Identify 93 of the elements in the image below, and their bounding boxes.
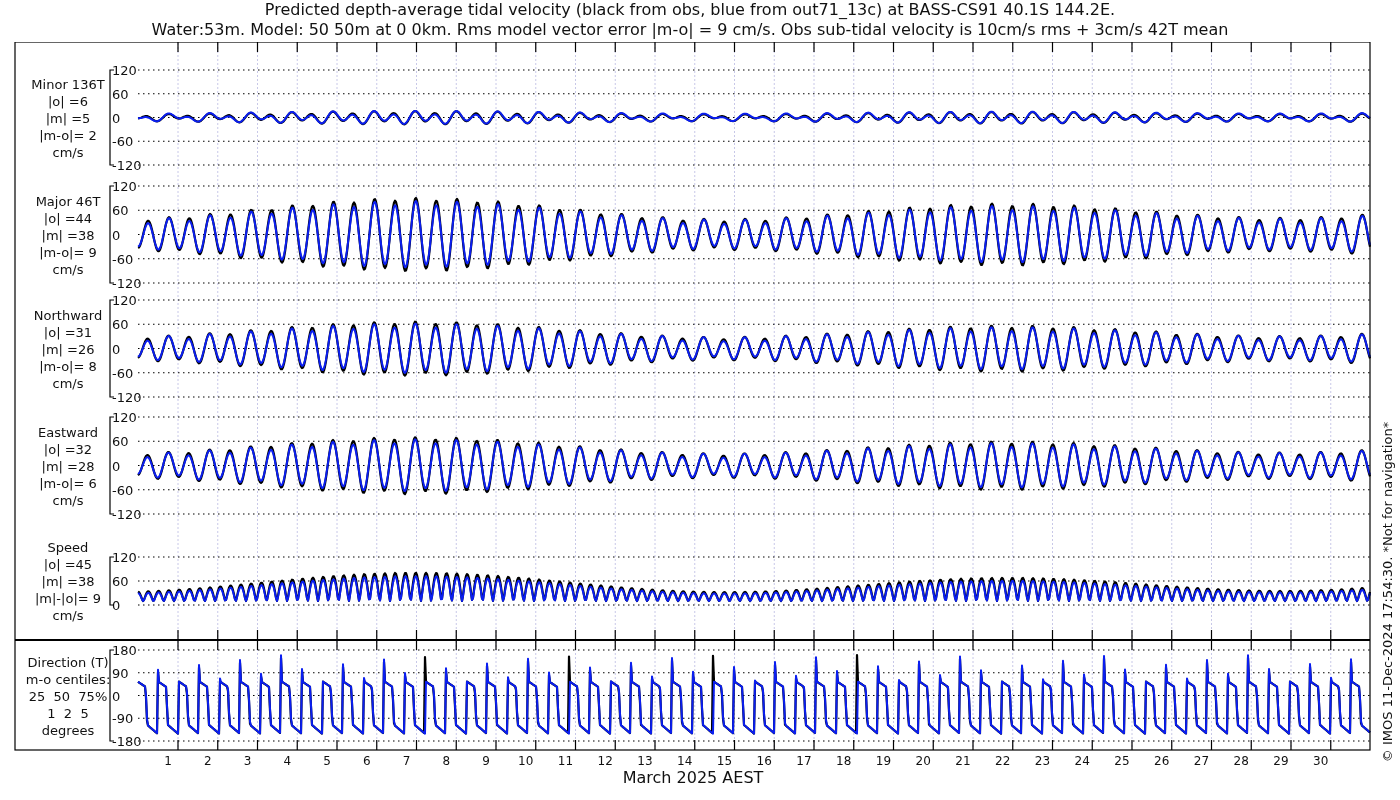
axis-tick-label: 7 [402,754,411,768]
axis-tick-label: 14 [677,754,693,768]
axis-tick-label: -60 [112,134,134,150]
panel-label: Speed [47,540,89,555]
panel-label: Major 46T [35,193,101,209]
axis-tick-label: -60 [112,365,134,381]
axis-tick-label: -60 [112,251,134,267]
axis-tick-label: 60 [112,574,129,589]
axis-tick-label: 3 [243,754,252,768]
axis-tick-label: 60 [112,434,129,450]
panel-label: cm/s [52,375,84,391]
axis-tick-label: 120 [112,63,137,78]
axis-tick-label: 90 [112,665,129,681]
axis-tick-label: 17 [796,754,812,768]
axis-tick-label: 120 [112,179,137,194]
axis-tick-label: -120 [112,158,142,173]
axis-tick-label: 120 [112,410,137,425]
panel-label: degrees [41,722,95,738]
chart-title: Predicted depth-average tidal velocity (black from obs, blue from out71_13c) at BASS-CS91 40.1S 144.2E. [264,0,1116,20]
panel-label: 1 2 5 [47,705,89,721]
axis-tick-label: -60 [112,482,134,498]
chart-title: Water:53m. Model: 50 50m at 0 0km. Rms model vector error |m-o| = 9 cm/s. Obs sub-tidal velocity is 10cm/s rms + 3cm/s 42T mean [151,19,1229,39]
axis-tick-label: 0 [112,598,121,613]
panel-label: cm/s [52,492,84,508]
panel-label: |m-o|= 6 [39,475,97,491]
axis-tick-label: 0 [112,341,121,357]
copyright-notice: © IMOS 11-Dec-2024 17:54:30. *Not for navigation* [1380,421,1395,763]
panel-label: Direction (T) [27,654,109,670]
axis-tick-label: 9 [482,754,490,768]
panel-label: m-o centiles: [25,671,111,687]
axis-tick-label: 26 [1154,754,1170,768]
axis-tick-label: 22 [995,754,1011,768]
axis-tick-label: 2 [203,754,212,768]
axis-tick-label: 6 [362,754,371,768]
axis-tick-label: 16 [756,754,772,768]
axis-tick-label: 10 [518,754,534,768]
panel-label: 25 50 75% [28,688,108,704]
axis-tick-label: 24 [1074,754,1090,768]
axis-tick-label: 60 [112,203,129,219]
axis-tick-label: -120 [112,390,142,405]
y-axis [109,556,115,606]
panel-label: |o| =32 [43,441,93,457]
axis-tick-label: -90 [112,711,134,727]
axis-tick-label: 12 [597,754,613,768]
panel-label: cm/s [52,261,84,277]
axis-tick-label: 1 [164,754,172,768]
axis-tick-label: 25 [1114,754,1130,768]
panel-label: |m-o|= 9 [39,244,97,260]
panel-label: Northward [33,307,103,323]
axis-tick-label: 180 [112,643,137,658]
panel-label: |o| =45 [43,557,93,572]
axis-tick-label: 4 [283,754,292,768]
axis-tick-label: 120 [112,550,137,565]
panel-label: |m| =38 [41,574,95,589]
axis-tick-label: 19 [875,754,892,768]
axis-tick-label: 120 [112,293,137,308]
panel-label: |m-o|= 8 [39,358,97,374]
axis-tick-label: 29 [1273,754,1289,768]
panel-label: |m| =26 [41,341,95,357]
axis-tick-label: 18 [836,754,852,768]
panel-label: |m| =28 [41,458,95,474]
axis-tick-label: 21 [955,754,971,768]
panel-label: |m| =38 [41,227,95,243]
axis-tick-label: 23 [1034,754,1051,768]
axis-tick-label: 27 [1193,754,1210,768]
axis-tick-label: 0 [112,688,121,704]
axis-tick-label: 11 [557,754,574,768]
panel-label: |o| =44 [43,210,93,226]
axis-tick-label: 60 [112,86,129,102]
axis-title: March 2025 AEST [622,768,764,787]
axis-tick-label: 60 [112,317,129,333]
panel-label: |m|-|o|= 9 [34,591,102,606]
panel-label: Minor 136T [31,76,105,92]
axis-tick-label: 30 [1313,754,1329,768]
axis-tick-label: 13 [637,754,653,768]
panel-label: Eastward [38,424,98,440]
axis-tick-label: 28 [1233,754,1249,768]
panel-label: |o| =31 [43,324,93,340]
axis-tick-label: -180 [112,734,142,749]
axis-tick-label: -120 [112,276,142,291]
panel-label: |m| =5 [45,110,91,126]
panel-label: |o| =6 [48,93,88,109]
axis-tick-label: 0 [112,458,121,474]
axis-tick-label: 15 [716,754,733,768]
axis-tick-label: 5 [323,754,331,768]
panel-label: cm/s [52,144,84,160]
panel-label: cm/s [52,608,84,623]
axis-tick-label: 20 [915,754,931,768]
axis-tick-label: 0 [112,227,121,243]
axis-tick-label: -120 [112,507,142,522]
axis-tick-label: 8 [442,754,451,768]
axis-tick-label: 0 [112,110,121,126]
panel-label: |m-o|= 2 [39,127,97,143]
